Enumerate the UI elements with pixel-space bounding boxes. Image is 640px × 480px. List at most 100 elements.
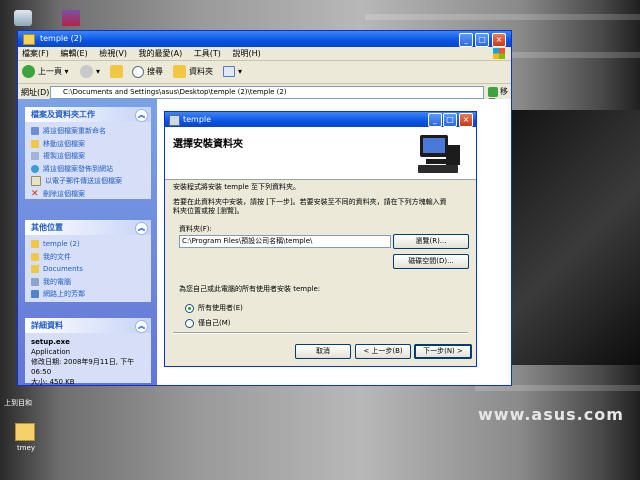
menu-bar: 檔案(F) 編輯(E) 檢視(V) 我的最愛(A) 工具(T) 說明(H) — [18, 47, 511, 61]
folders-label: 資料夾 — [189, 67, 213, 76]
task-email[interactable]: 以電子郵件傳送這個檔案 — [31, 175, 147, 188]
network-icon — [31, 290, 39, 298]
search-label: 搜尋 — [147, 67, 163, 76]
place-label: temple (2) — [43, 240, 80, 248]
file-tasks-header[interactable]: 檔案及資料夾工作 ︽ — [25, 107, 151, 122]
documents-folder-icon — [31, 252, 39, 261]
folder-icon[interactable] — [15, 423, 35, 441]
file-tasks-panel: 檔案及資料夾工作 ︽ 將這個檔案重新命名 移動這個檔案 複製這個檔案 將這個檔案… — [25, 107, 151, 199]
dialog-body: 安裝程式將安裝 temple 至下列資料夾。 若要在此資料夾中安裝，請按 [下一… — [165, 180, 476, 366]
collapse-chevron-icon[interactable]: ︽ — [135, 109, 148, 122]
search-icon — [132, 65, 144, 78]
place-temple[interactable]: temple (2) — [31, 238, 147, 251]
explorer-titlebar[interactable]: temple (2) _ □ × — [18, 31, 511, 47]
other-places-panel: 其他位置 ︽ temple (2) 我的文件 Documents 我的電腦 網路… — [25, 220, 151, 302]
collapse-chevron-icon[interactable]: ︽ — [135, 222, 148, 235]
dialog-header: 選擇安裝資料夾 — [165, 127, 476, 180]
dialog-close-button[interactable]: × — [459, 113, 473, 127]
menu-view[interactable]: 檢視(V) — [99, 49, 127, 58]
previous-button[interactable]: < 上一步(B) — [355, 344, 411, 359]
forward-button[interactable]: ▾ — [80, 65, 100, 79]
radio-label: 僅自己(M) — [198, 319, 231, 327]
radio-everyone[interactable]: 所有使用者(E) — [185, 303, 243, 313]
back-arrow-icon — [22, 65, 35, 78]
cancel-button[interactable]: 取消 — [295, 344, 351, 359]
task-publish[interactable]: 將這個檔案發佈到網站 — [31, 163, 147, 176]
views-icon — [223, 66, 235, 77]
place-my-documents[interactable]: 我的文件 — [31, 251, 147, 264]
folder-label: 資料夾(F): — [179, 225, 212, 233]
radio-just-me[interactable]: 僅自己(M) — [185, 318, 231, 328]
other-places-header[interactable]: 其他位置 ︽ — [25, 220, 151, 235]
task-label: 移動這個檔案 — [43, 139, 85, 148]
menu-file[interactable]: 檔案(F) — [22, 49, 49, 58]
delete-icon: ✕ — [31, 188, 39, 199]
next-button[interactable]: 下一步(N) > — [414, 344, 472, 359]
radio-selected-icon — [185, 303, 194, 313]
place-label: Documents — [43, 265, 83, 273]
folder-icon — [31, 240, 39, 248]
move-icon — [31, 139, 39, 148]
maximize-button[interactable]: □ — [475, 33, 489, 47]
menu-tools[interactable]: 工具(T) — [194, 49, 221, 58]
task-delete[interactable]: ✕ 刪除這個檔案 — [31, 188, 147, 201]
task-label: 刪除這個檔案 — [43, 189, 85, 198]
email-icon — [31, 176, 41, 186]
dialog-titlebar[interactable]: temple _ □ × — [165, 112, 476, 127]
dialog-separator — [173, 332, 468, 334]
computer-icon — [31, 277, 39, 286]
dialog-maximize-button[interactable]: □ — [443, 113, 457, 127]
task-move[interactable]: 移動這個檔案 — [31, 138, 147, 151]
place-my-computer[interactable]: 我的電腦 — [31, 276, 147, 289]
wallpaper-stripe — [365, 14, 640, 20]
archive-icon[interactable] — [62, 10, 80, 26]
panel-title: 詳細資料 — [31, 321, 63, 330]
window-title: temple (2) — [40, 34, 82, 43]
task-label: 以電子郵件傳送這個檔案 — [45, 177, 122, 185]
dialog-minimize-button[interactable]: _ — [428, 113, 442, 127]
panel-title: 檔案及資料夾工作 — [31, 110, 95, 119]
radio-label: 所有使用者(E) — [198, 304, 243, 312]
details-header[interactable]: 詳細資料 ︽ — [25, 318, 151, 333]
views-button[interactable]: ▾ — [223, 65, 242, 79]
folder-up-icon — [110, 65, 123, 78]
menu-help[interactable]: 說明(H) — [232, 49, 260, 58]
place-label: 網路上的芳鄰 — [43, 290, 85, 298]
task-rename[interactable]: 將這個檔案重新命名 — [31, 125, 147, 138]
folders-button[interactable]: 資料夾 — [173, 65, 213, 79]
close-button[interactable]: × — [492, 33, 506, 47]
folder-path-input[interactable]: C:\Program Files\預設公司名稱\temple\ — [179, 235, 391, 248]
place-network[interactable]: 網路上的芳鄰 — [31, 288, 147, 301]
folder-icon — [23, 34, 35, 45]
collapse-chevron-icon[interactable]: ︽ — [135, 320, 148, 333]
menu-favorites[interactable]: 我的最愛(A) — [139, 49, 183, 58]
address-label: 網址(D) — [21, 88, 50, 97]
place-documents[interactable]: Documents — [31, 263, 147, 276]
browse-button[interactable]: 瀏覽(R)... — [393, 234, 469, 249]
toolbar: 上一頁 ▾ ▾ 搜尋 資料夾 ▾ — [18, 61, 511, 84]
disk-cost-button[interactable]: 磁碟空間(D)... — [393, 254, 469, 269]
recycle-bin-icon[interactable] — [14, 10, 32, 26]
computer-setup-icon — [418, 135, 460, 173]
copy-icon — [31, 152, 39, 160]
folder-icon — [31, 265, 39, 273]
detail-filename: setup.exe — [31, 338, 70, 346]
dialog-heading: 選擇安裝資料夾 — [173, 139, 243, 150]
menu-edit[interactable]: 編輯(E) — [60, 49, 87, 58]
address-input[interactable]: C:\Documents and Settings\asus\Desktop\t… — [50, 86, 484, 99]
search-button[interactable]: 搜尋 — [132, 65, 163, 79]
detail-type: Application — [31, 348, 71, 356]
setup-dialog: temple _ □ × 選擇安裝資料夾 安裝程式將安裝 temple 至下列資… — [164, 111, 477, 367]
globe-icon — [31, 164, 39, 173]
back-label: 上一頁 — [38, 67, 62, 76]
task-copy[interactable]: 複製這個檔案 — [31, 150, 147, 163]
desktop-icon-label: tmey — [17, 444, 36, 452]
setup-app-icon — [169, 115, 180, 126]
details-panel: 詳細資料 ︽ setup.exe Application 修改日期: 2008年… — [25, 318, 151, 386]
place-label: 我的電腦 — [43, 277, 71, 286]
up-button[interactable] — [110, 65, 126, 79]
task-label: 複製這個檔案 — [43, 152, 85, 160]
back-button[interactable]: 上一頁 ▾ — [22, 65, 69, 79]
task-pane: 檔案及資料夾工作 ︽ 將這個檔案重新命名 移動這個檔案 複製這個檔案 將這個檔案… — [18, 99, 157, 386]
minimize-button[interactable]: _ — [459, 33, 473, 47]
